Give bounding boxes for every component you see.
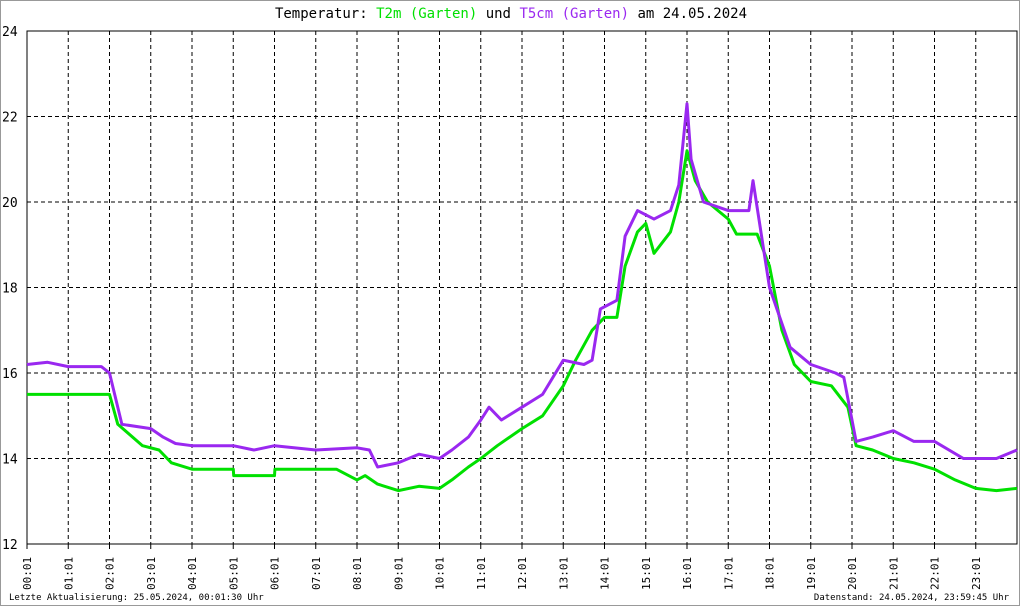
y-tick-label: 16 (2, 367, 18, 382)
x-tick-label: 19:01 (805, 557, 818, 590)
x-tick-label: 00:01 (21, 557, 34, 590)
x-tick-label: 18:01 (764, 557, 777, 590)
data-timestamp: Datenstand: 24.05.2024, 23:59:45 Uhr (813, 593, 1009, 603)
x-tick-label: 09:01 (392, 557, 405, 590)
x-tick-label: 16:01 (681, 557, 694, 590)
x-tick-label: 01:01 (62, 557, 75, 590)
y-tick-label: 22 (2, 111, 18, 126)
x-tick-label: 05:01 (227, 557, 240, 590)
x-tick-label: 04:01 (186, 557, 199, 590)
x-tick-label: 23:01 (970, 557, 983, 590)
y-tick-label: 12 (2, 538, 18, 553)
y-tick-label: 18 (2, 282, 18, 297)
x-tick-label: 13:01 (557, 557, 570, 590)
x-tick-label: 17:01 (722, 557, 735, 590)
x-tick-label: 15:01 (640, 557, 653, 590)
x-tick-label: 21:01 (887, 557, 900, 590)
y-tick-label: 20 (2, 196, 18, 211)
x-tick-label: 22:01 (929, 557, 942, 590)
x-tick-label: 07:01 (310, 557, 323, 590)
x-tick-label: 20:01 (846, 557, 859, 590)
x-tick-label: 11:01 (475, 557, 488, 590)
x-tick-label: 08:01 (351, 557, 364, 590)
plot-area: 00:01 01:01 02:01 03:01 04:01 05:01 06:01 07:01… (2, 25, 1018, 590)
y-tick-label: 14 (2, 453, 18, 468)
x-tick-label: 12:01 (516, 557, 529, 590)
y-tick-label: 24 (2, 25, 18, 40)
last-update: Letzte Aktualisierung: 25.05.2024, 00:01… (9, 593, 264, 603)
x-tick-label: 14:01 (599, 557, 612, 590)
x-tick-label: 06:01 (269, 557, 282, 590)
x-tick-label: 03:01 (145, 557, 158, 590)
x-tick-label: 10:01 (434, 557, 447, 590)
x-tick-label: 02:01 (104, 557, 117, 590)
chart-window: Temperatur: T2m (Garten) und T5cm (Garte… (0, 0, 1020, 606)
